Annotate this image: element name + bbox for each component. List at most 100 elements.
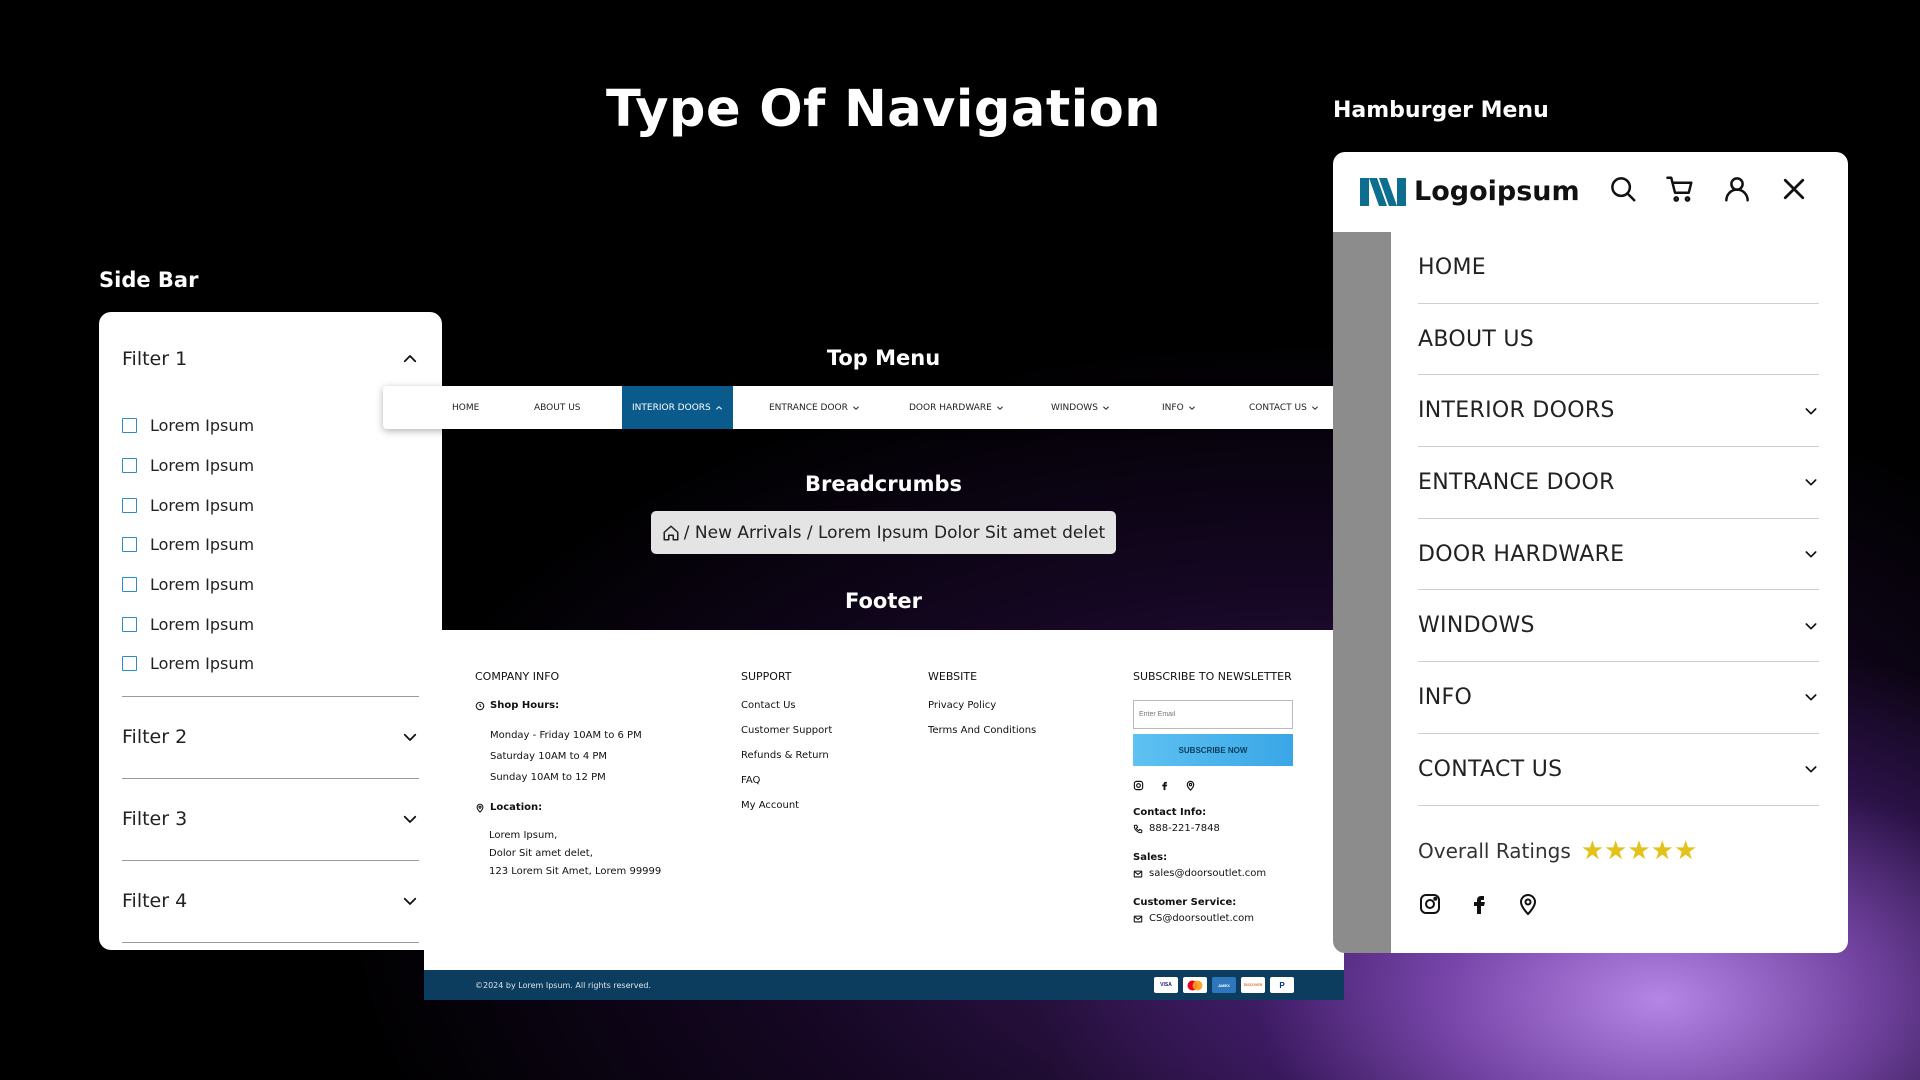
footer-link[interactable]: My Account <box>741 800 901 811</box>
hamburger-menu-list: HOME ABOUT US INTERIOR DOORS ENTRANCE DO… <box>1418 232 1819 806</box>
chevron-down-icon <box>403 816 417 824</box>
hamburger-item-door-hardware[interactable]: DOOR HARDWARE <box>1418 519 1819 591</box>
chevron-down-icon[interactable] <box>1803 474 1819 490</box>
top-menu-info[interactable]: INFO <box>1162 386 1196 429</box>
footer-link[interactable]: Refunds & Return <box>741 750 901 761</box>
top-menu-label: HOME <box>452 402 480 413</box>
hamburger-item-about[interactable]: ABOUT US <box>1418 304 1819 376</box>
breadcrumb-path[interactable]: / New Arrivals / Lorem Ipsum Dolor Sit a… <box>684 523 1105 543</box>
chevron-down-icon[interactable] <box>1803 689 1819 705</box>
search-icon[interactable] <box>1608 174 1638 204</box>
amex-card-icon: AMEX <box>1212 977 1236 993</box>
subscribe-button[interactable]: SUBSCRIBE NOW <box>1133 734 1293 766</box>
phone-number[interactable]: 888-221-7848 <box>1149 823 1220 834</box>
filter-3-header[interactable]: Filter 3 <box>122 779 419 860</box>
hamburger-item-windows[interactable]: WINDOWS <box>1418 590 1819 663</box>
logo[interactable]: Logoipsum <box>1360 176 1580 207</box>
cart-icon[interactable] <box>1665 174 1695 204</box>
location-pin-icon[interactable] <box>1185 780 1196 791</box>
hamburger-item-contact[interactable]: CONTACT US <box>1418 734 1819 806</box>
checkbox[interactable] <box>122 537 137 553</box>
top-menu-windows[interactable]: WINDOWS <box>1051 386 1110 429</box>
service-email[interactable]: CS@doorsoutlet.com <box>1149 913 1254 924</box>
hamburger-header: Logoipsum <box>1333 152 1848 232</box>
copyright-text: ©2024 by Lorem Ipsum. All rights reserve… <box>475 980 652 990</box>
chevron-down-icon[interactable] <box>1803 403 1819 419</box>
footer-link[interactable]: Contact Us <box>741 700 901 711</box>
checkbox[interactable] <box>122 418 137 434</box>
hamburger-overlay-rail[interactable] <box>1333 232 1391 953</box>
filter-1-title: Filter 1 <box>122 348 188 370</box>
top-menu-label: ABOUT US <box>534 402 581 413</box>
filter-option-label: Lorem Ipsum <box>150 416 255 436</box>
top-menu-entrance-door[interactable]: ENTRANCE DOOR <box>769 386 860 429</box>
filter-2-title: Filter 2 <box>122 726 188 749</box>
hours-line: Saturday 10AM to 4 PM <box>490 751 608 762</box>
hamburger-panel: Logoipsum HOME ABOUT US INTERIOR DOORS E… <box>1333 152 1848 953</box>
filter-option[interactable]: Lorem Ipsum <box>122 525 419 565</box>
top-menu-about[interactable]: ABOUT US <box>534 386 581 429</box>
facebook-icon[interactable] <box>1467 892 1491 916</box>
hamburger-item-label: WINDOWS <box>1418 613 1535 639</box>
chevron-down-icon[interactable] <box>1803 761 1819 777</box>
email-input[interactable] <box>1133 700 1293 729</box>
top-menu-interior-doors[interactable]: INTERIOR DOORS <box>622 386 733 429</box>
filter-option-label: Lorem Ipsum <box>150 456 255 476</box>
chevron-down-icon <box>1103 406 1109 410</box>
user-icon[interactable] <box>1722 174 1752 204</box>
mastercard-icon <box>1183 977 1207 993</box>
sales-email[interactable]: sales@doorsoutlet.com <box>1149 868 1266 879</box>
contact-info-label: Contact Info: <box>1133 807 1207 818</box>
facebook-icon[interactable] <box>1159 780 1170 791</box>
filter-option-label: Lorem Ipsum <box>150 654 255 674</box>
filter-option[interactable]: Lorem Ipsum <box>122 644 419 684</box>
filter-option[interactable]: Lorem Ipsum <box>122 604 419 644</box>
hamburger-item-home[interactable]: HOME <box>1418 232 1819 304</box>
filter-option[interactable]: Lorem Ipsum <box>122 446 419 486</box>
footer-link[interactable]: Privacy Policy <box>928 700 1088 711</box>
filter-option[interactable]: Lorem Ipsum <box>122 485 419 525</box>
hamburger-item-entrance-door[interactable]: ENTRANCE DOOR <box>1418 447 1819 519</box>
chevron-down-icon[interactable] <box>1803 546 1819 562</box>
filter-option[interactable]: Lorem Ipsum <box>122 565 419 605</box>
ratings-label: Overall Ratings <box>1418 839 1571 863</box>
top-menu-label: INFO <box>1162 402 1184 413</box>
chevron-up-icon <box>403 355 417 363</box>
close-icon[interactable] <box>1779 174 1809 204</box>
filter-4-header[interactable]: Filter 4 <box>122 861 419 942</box>
top-menu-door-hardware[interactable]: DOOR HARDWARE <box>909 386 1004 429</box>
footer-link[interactable]: FAQ <box>741 775 901 786</box>
chevron-down-icon[interactable] <box>1803 618 1819 634</box>
side-bar-label: Side Bar <box>99 268 199 292</box>
location-pin-icon[interactable] <box>1516 892 1540 916</box>
checkbox[interactable] <box>122 577 137 593</box>
checkbox[interactable] <box>122 616 137 632</box>
hamburger-item-label: INTERIOR DOORS <box>1418 398 1615 424</box>
top-menu-contact[interactable]: CONTACT US <box>1249 386 1319 429</box>
hamburger-item-info[interactable]: INFO <box>1418 662 1819 734</box>
footer-link[interactable]: Terms And Conditions <box>928 725 1088 736</box>
customer-service-label: Customer Service: <box>1133 897 1237 908</box>
filter-option[interactable]: Lorem Ipsum <box>122 406 419 446</box>
logo-mark-icon <box>1360 177 1406 206</box>
filter-2-header[interactable]: Filter 2 <box>122 697 419 778</box>
hamburger-item-interior-doors[interactable]: INTERIOR DOORS <box>1418 375 1819 448</box>
footer-heading: WEBSITE <box>928 670 978 683</box>
checkbox[interactable] <box>122 497 137 513</box>
logo-text: Logoipsum <box>1414 176 1580 207</box>
footer-heading: SUPPORT <box>741 670 792 683</box>
filter-1-header[interactable]: Filter 1 <box>122 312 419 406</box>
top-menu-home[interactable]: HOME <box>452 386 479 429</box>
checkbox[interactable] <box>122 458 137 474</box>
location-pin-icon <box>476 803 484 813</box>
instagram-icon[interactable] <box>1418 892 1442 916</box>
service-email-line: CS@doorsoutlet.com <box>1133 913 1313 924</box>
shop-hours-label: Shop Hours: <box>475 700 715 711</box>
checkbox[interactable] <box>122 656 137 672</box>
footer-link[interactable]: Customer Support <box>741 725 901 736</box>
header-icons <box>1608 174 1809 204</box>
footer-website: WEBSITE Privacy Policy Terms And Conditi… <box>928 670 1088 750</box>
home-icon[interactable] <box>662 524 680 542</box>
instagram-icon[interactable] <box>1133 780 1144 791</box>
chevron-down-icon <box>853 406 859 410</box>
